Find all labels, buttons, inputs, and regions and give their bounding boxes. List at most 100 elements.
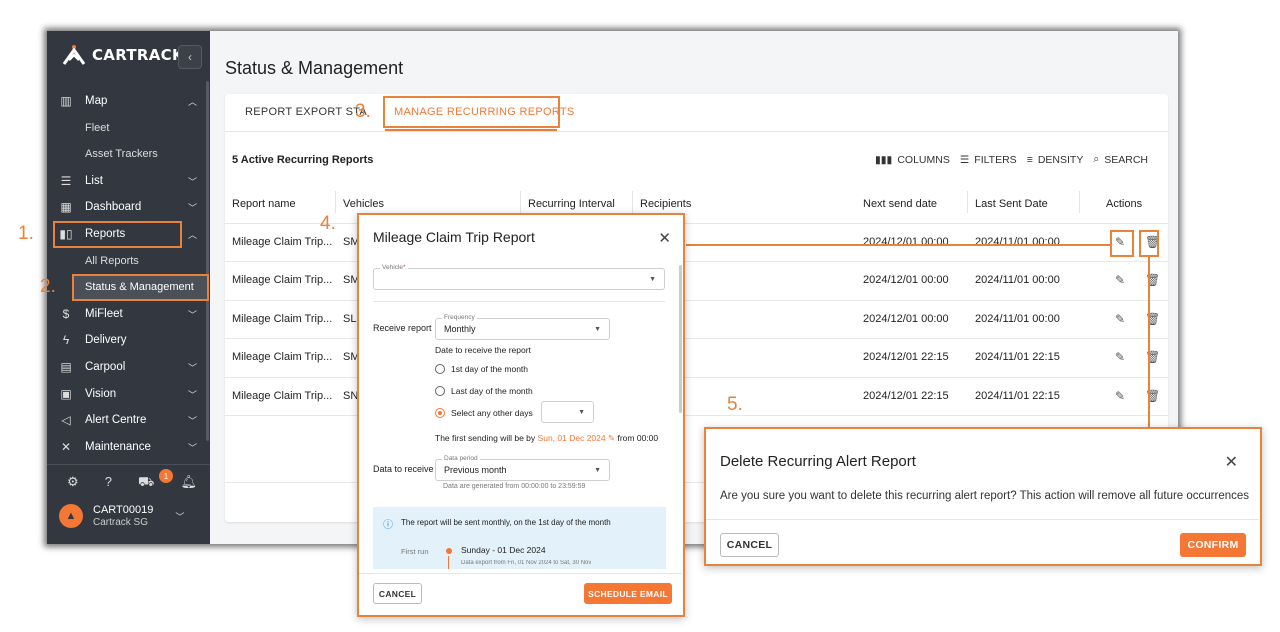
sidebar-item-map[interactable]: ▥ Map ︿ <box>47 88 210 114</box>
option-other-days: Select any other days <box>451 408 533 418</box>
close-icon[interactable]: ✕ <box>658 229 671 247</box>
columns-label: COLUMNS <box>897 153 950 166</box>
vehicle-label-text: Vehicle <box>382 264 403 271</box>
option-first-day: 1st day of the month <box>451 364 529 374</box>
density-icon: ≡ <box>1026 153 1033 166</box>
first-sending-text: The first sending will be by Sun, 01 Dec… <box>435 433 658 444</box>
column-header-report-name[interactable]: Report name <box>232 198 296 210</box>
schedule-report-modal: Mileage Claim Trip Report ✕ Vehicle* ▼ R… <box>357 213 685 617</box>
dropdown-arrow-icon: ▼ <box>578 409 585 416</box>
frequency-label: Frequency <box>442 314 477 321</box>
modal-message: Are you sure you want to delete this rec… <box>720 490 1250 502</box>
sidebar-item-carpool[interactable]: ▤ Carpool ﹀ <box>47 354 210 380</box>
day-select[interactable]: ▼ <box>541 401 594 423</box>
edit-icon[interactable]: ✎ <box>1115 389 1125 403</box>
column-header-vehicles[interactable]: Vehicles <box>343 198 384 210</box>
chevron-down-icon: ﹀ <box>187 442 197 453</box>
highlight-edit-action <box>1110 230 1134 257</box>
data-period-select[interactable]: Data period Previous month ▼ <box>435 455 610 481</box>
chevron-down-icon: ﹀ <box>187 362 197 373</box>
column-header-actions: Actions <box>1106 198 1143 210</box>
cell-last-sent-date: 2024/11/01 00:00 <box>975 274 1060 286</box>
cell-report-name: Mileage Claim Trip... <box>232 236 333 248</box>
sidebar-item-asset-trackers[interactable]: Asset Trackers <box>85 141 158 167</box>
first-run-label: First run <box>401 547 429 556</box>
cell-report-name: Mileage Claim Trip... <box>232 313 333 325</box>
edit-icon[interactable]: ✎ <box>1115 350 1125 364</box>
first-sending-date: Sun, 01 Dec 2024 <box>537 433 606 443</box>
column-header-last-sent-date[interactable]: Last Sent Date <box>975 198 1048 210</box>
column-separator <box>967 191 968 213</box>
calendar-icon: ▤ <box>60 360 72 374</box>
cell-last-sent-date: 2024/11/01 00:00 <box>975 236 1060 248</box>
sidebar-item-label: Carpool <box>85 361 126 373</box>
sidebar-item-alert-centre[interactable]: ◁ Alert Centre ﹀ <box>47 407 210 433</box>
column-header-recurring-interval[interactable]: Recurring Interval <box>528 198 615 210</box>
cancel-button[interactable]: CANCEL <box>720 533 779 557</box>
sidebar-item-fleet[interactable]: Fleet <box>85 115 109 141</box>
density-button[interactable]: ≡ DENSITY <box>1027 153 1084 166</box>
edit-icon[interactable]: ✎ <box>1115 273 1125 287</box>
sidebar-item-label: List <box>85 175 103 187</box>
chevron-down-icon: ﹀ <box>175 511 185 522</box>
vehicle-alerts-icon[interactable]: ⛟ <box>138 474 154 492</box>
sidebar-item-mifleet[interactable]: $ MiFleet ﹀ <box>47 301 210 327</box>
radio-other-days[interactable] <box>435 408 445 418</box>
cell-next-send-date: 2024/12/01 00:00 <box>863 236 949 248</box>
schedule-email-button[interactable]: SCHEDULE EMAIL <box>584 583 672 604</box>
search-button[interactable]: ⌕ SEARCH <box>1093 153 1148 166</box>
sidebar-item-dashboard[interactable]: ▦ Dashboard ﹀ <box>47 194 210 220</box>
search-icon: ⌕ <box>1093 153 1100 165</box>
cartrack-logo-icon <box>62 45 86 65</box>
user-menu[interactable]: ▲ CART00019 Cartrack SG ﹀ <box>59 504 184 528</box>
edit-icon[interactable]: ✎ <box>1115 312 1125 326</box>
info-text: The report will be sent monthly, on the … <box>401 518 611 527</box>
data-period-value: Previous month <box>444 465 507 475</box>
tab-report-export-status[interactable]: REPORT EXPORT STA <box>245 106 367 118</box>
sidebar-collapse-button[interactable]: ‹ <box>178 45 202 69</box>
step-2-label: 2. <box>40 276 56 297</box>
option-last-day: Last day of the month <box>451 386 533 396</box>
modal-footer-divider <box>359 573 682 574</box>
vehicle-select[interactable]: Vehicle* ▼ <box>373 264 665 290</box>
dropdown-arrow-icon: ▼ <box>649 276 656 283</box>
columns-button[interactable]: ▮▮▮ COLUMNS <box>875 153 950 166</box>
sidebar-item-vision[interactable]: ▣ Vision ﹀ <box>47 381 210 407</box>
confirm-button[interactable]: CONFIRM <box>1180 533 1246 557</box>
sidebar-item-all-reports[interactable]: All Reports <box>85 248 139 274</box>
radio-first-day[interactable] <box>435 364 445 374</box>
step-4-label: 4. <box>320 213 336 234</box>
close-icon[interactable]: ✕ <box>1225 452 1238 472</box>
sidebar-item-maintenance[interactable]: ✕ Maintenance ﹀ <box>47 434 210 460</box>
brand-logo[interactable]: CARTRACK <box>62 44 184 66</box>
edit-icon[interactable]: ✎ <box>608 433 615 443</box>
brand-name: CARTRACK <box>92 46 184 64</box>
bell-icon[interactable]: 🔔︎ <box>180 474 197 492</box>
timeline-line <box>448 556 449 569</box>
delete-report-modal: Delete Recurring Alert Report ✕ Are you … <box>704 427 1262 566</box>
section-divider <box>373 301 665 302</box>
cell-report-name: Mileage Claim Trip... <box>232 274 333 286</box>
wrench-icon: ✕ <box>60 440 72 454</box>
column-header-recipients[interactable]: Recipients <box>640 198 691 210</box>
chevron-down-icon: ﹀ <box>187 176 197 187</box>
filters-button[interactable]: ☰ FILTERS <box>960 153 1017 166</box>
sidebar-item-delivery[interactable]: ϟ Delivery <box>47 327 210 353</box>
sidebar-item-list[interactable]: ☰ List ﹀ <box>47 168 210 194</box>
page-title: Status & Management <box>225 58 404 78</box>
first-sending-prefix: The first sending will be by <box>435 433 536 443</box>
column-header-next-send-date[interactable]: Next send date <box>863 198 937 210</box>
chevron-up-icon: ︿ <box>187 96 197 107</box>
map-icon: ▥ <box>60 94 72 108</box>
cell-next-send-date: 2024/12/01 00:00 <box>863 274 949 286</box>
modal-scrollbar[interactable] <box>679 265 682 413</box>
cancel-button[interactable]: CANCEL <box>373 583 422 604</box>
cell-next-send-date: 2024/12/01 22:15 <box>863 390 949 402</box>
settings-icon[interactable]: ⚙ <box>67 474 79 492</box>
sidebar-divider <box>47 464 210 465</box>
sidebar-item-label: Delivery <box>85 334 127 346</box>
help-icon[interactable]: ? <box>105 474 112 492</box>
vehicle-label: Vehicle* <box>380 264 408 271</box>
frequency-select[interactable]: Frequency Monthly ▼ <box>435 314 610 340</box>
radio-last-day[interactable] <box>435 386 445 396</box>
